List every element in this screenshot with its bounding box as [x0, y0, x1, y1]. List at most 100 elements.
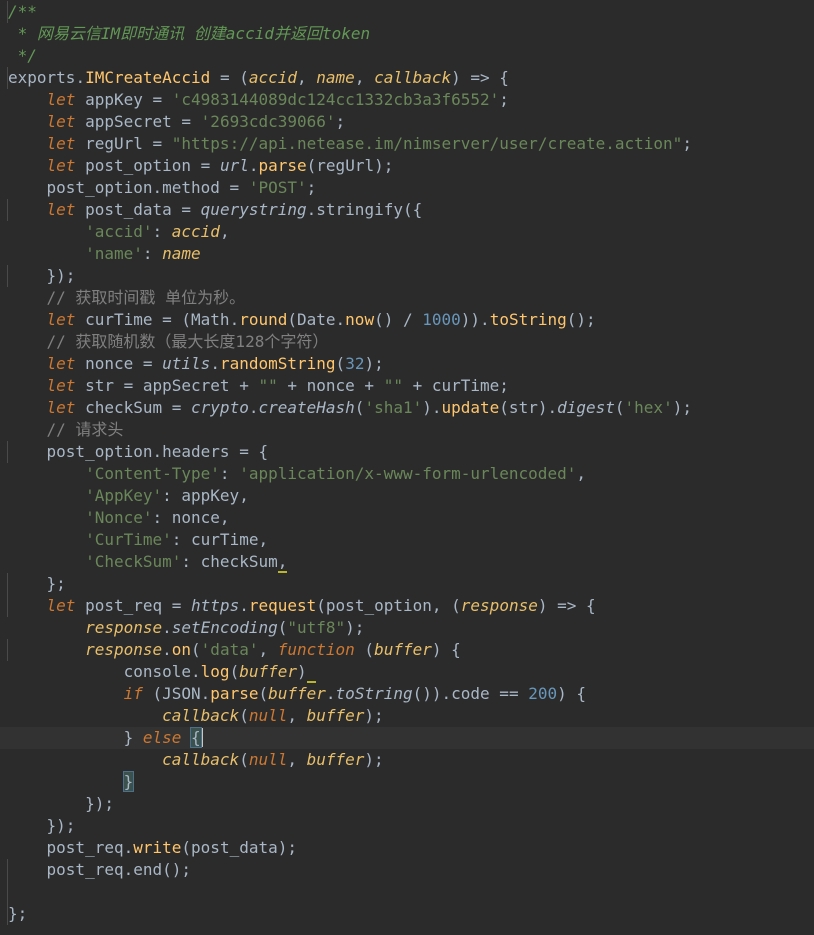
code-line-text: * 网易云信IM即时通讯 创建accid并返回token — [8, 23, 371, 45]
code-token: 'CurTime' — [85, 530, 172, 549]
code-token: on — [171, 640, 192, 659]
fold-marker-icon[interactable] — [0, 595, 8, 617]
code-line[interactable]: }); — [0, 815, 814, 837]
code-line[interactable]: 'AppKey': appKey, — [0, 485, 814, 507]
code-line[interactable] — [0, 881, 814, 903]
code-line[interactable]: post_option.headers = { — [0, 441, 814, 463]
fold-marker-icon[interactable] — [0, 199, 8, 221]
code-token: "utf8" — [287, 618, 346, 637]
code-line[interactable]: 'CheckSum': checkSum, — [0, 551, 814, 573]
text-caret — [200, 728, 203, 747]
code-token: let — [46, 134, 76, 153]
code-line[interactable]: // 获取时间戳 单位为秒。 — [0, 287, 814, 309]
code-line[interactable]: let appKey = 'c4983144089dc124cc1332cb3a… — [0, 89, 814, 111]
code-token: post_req = — [75, 596, 192, 615]
code-line[interactable]: callback(null, buffer); — [0, 705, 814, 727]
code-token: console. — [8, 662, 201, 681]
code-token: { — [190, 727, 202, 748]
code-line[interactable]: let post_req = https.request(post_option… — [0, 595, 814, 617]
code-line-text: post_option.headers = { — [8, 441, 269, 463]
fold-marker-icon[interactable] — [0, 265, 8, 287]
code-line[interactable]: /** — [0, 1, 814, 23]
code-token: (post_data); — [181, 838, 297, 857]
code-line-text: console.log(buffer) — [8, 661, 317, 683]
code-token: 'c4983144089dc124cc1332cb3a3f6552' — [171, 90, 500, 109]
code-token: callback — [162, 706, 240, 725]
code-token: "https://api.netease.im/nimserver/user/c… — [171, 134, 683, 153]
fold-marker-icon[interactable] — [0, 903, 8, 925]
code-line-text: 'Content-Type': 'application/x-www-form-… — [8, 463, 586, 485]
code-token: .stringify({ — [306, 200, 423, 219]
fold-marker-icon[interactable] — [0, 441, 8, 463]
code-token: : appKey, — [162, 486, 249, 505]
code-line[interactable]: let checkSum = crypto.createHash('sha1')… — [0, 397, 814, 419]
fold-marker-icon[interactable] — [0, 859, 8, 881]
code-line[interactable]: }); — [0, 265, 814, 287]
code-token: parse — [210, 684, 259, 703]
code-line[interactable]: let str = appSecret + "" + nonce + "" + … — [0, 375, 814, 397]
code-line[interactable]: let post_data = querystring.stringify({ — [0, 199, 814, 221]
code-line-text: let post_data = querystring.stringify({ — [8, 199, 423, 221]
code-line[interactable]: post_req.end(); — [0, 859, 814, 881]
code-line[interactable]: // 获取随机数（最大长度128个字符） — [0, 331, 814, 353]
code-line-text: exports.IMCreateAccid = (accid, name, ca… — [8, 67, 509, 89]
code-line[interactable]: 'accid': accid, — [0, 221, 814, 243]
code-token: . — [325, 684, 336, 703]
code-line[interactable]: post_req.write(post_data); — [0, 837, 814, 859]
code-line[interactable]: let nonce = utils.randomString(32); — [0, 353, 814, 375]
code-line-text: }; — [8, 903, 27, 925]
fold-marker-icon[interactable] — [0, 573, 8, 595]
code-token: accid — [171, 222, 220, 241]
code-line-text: let str = appSecret + "" + nonce + "" + … — [8, 375, 509, 397]
code-token: ). — [422, 398, 442, 417]
code-token: digest — [557, 398, 615, 417]
code-line[interactable]: }; — [0, 903, 814, 925]
code-line[interactable]: response.on('data', function (buffer) { — [0, 639, 814, 661]
code-line-text: callback(null, buffer); — [8, 749, 384, 771]
code-token: let — [46, 90, 76, 109]
fold-marker-icon[interactable] — [0, 1, 8, 23]
code-line[interactable]: if (JSON.parse(buffer.toString()).code =… — [0, 683, 814, 705]
fold-marker-icon[interactable] — [0, 639, 8, 661]
code-token: 'Nonce' — [85, 508, 153, 527]
code-line[interactable]: } else { — [0, 727, 814, 749]
code-line[interactable]: exports.IMCreateAccid = (accid, name, ca… — [0, 67, 814, 89]
code-line[interactable]: }; — [0, 573, 814, 595]
code-line[interactable]: post_option.method = 'POST'; — [0, 177, 814, 199]
code-line[interactable]: 'CurTime': curTime, — [0, 529, 814, 551]
code-token: exports — [8, 68, 76, 87]
code-token: + curTime; — [402, 376, 509, 395]
code-line[interactable]: let regUrl = "https://api.netease.im/nim… — [0, 133, 814, 155]
code-token: /** — [8, 2, 37, 21]
code-line[interactable]: } — [0, 771, 814, 793]
code-token: (regUrl); — [306, 156, 394, 175]
code-line[interactable]: let appSecret = '2693cdc39066'; — [0, 111, 814, 133]
code-line-text: post_req.write(post_data); — [8, 837, 297, 859]
code-line-text: 'AppKey': appKey, — [8, 485, 249, 507]
code-line-text: /** — [8, 1, 37, 23]
code-line-text: // 请求头 — [8, 419, 124, 441]
code-line[interactable]: let post_option = url.parse(regUrl); — [0, 155, 814, 177]
code-line[interactable]: }); — [0, 793, 814, 815]
code-token: let — [46, 376, 76, 395]
fold-marker-icon[interactable] — [0, 881, 8, 903]
code-token: 'POST' — [248, 178, 307, 197]
code-line[interactable]: // 请求头 — [0, 419, 814, 441]
code-line[interactable]: response.setEncoding("utf8"); — [0, 617, 814, 639]
fold-marker-icon[interactable] — [0, 67, 8, 89]
code-line[interactable]: 'name': name — [0, 243, 814, 265]
code-line[interactable]: let curTime = (Math.round(Date.now() / 1… — [0, 309, 814, 331]
code-editor[interactable]: /** * 网易云信IM即时通讯 创建accid并返回token */ expor… — [0, 0, 814, 935]
code-line[interactable]: 'Nonce': nonce, — [0, 507, 814, 529]
code-line[interactable]: console.log(buffer) — [0, 661, 814, 683]
code-line[interactable]: callback(null, buffer); — [0, 749, 814, 771]
code-token: ); — [364, 750, 384, 769]
code-line[interactable]: */ — [0, 45, 814, 67]
code-line[interactable]: 'Content-Type': 'application/x-www-form-… — [0, 463, 814, 485]
code-line[interactable]: * 网易云信IM即时通讯 创建accid并返回token — [0, 23, 814, 45]
